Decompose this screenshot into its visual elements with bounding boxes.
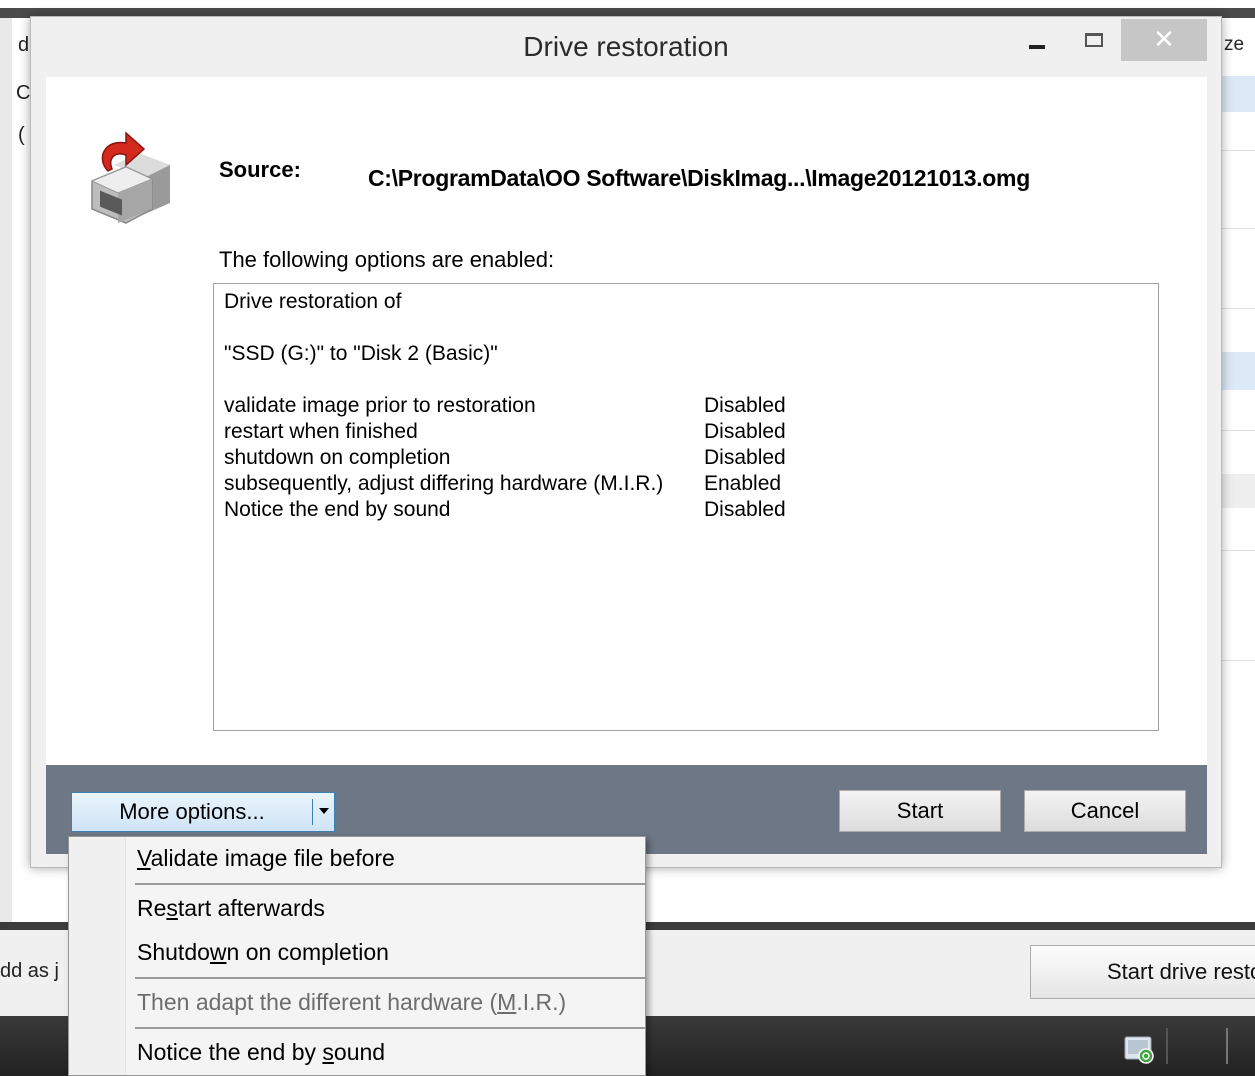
background-gridline	[1222, 430, 1255, 431]
background-option-label[interactable]: dd as j	[0, 960, 59, 983]
background-header-fragment: d	[18, 34, 30, 56]
summary-line: Drive restoration of	[224, 290, 402, 313]
menu-item-shutdown-on-completion[interactable]: Shutdown on completion	[137, 939, 389, 966]
dropdown-arrow-icon[interactable]	[319, 808, 329, 814]
start-drive-restoration-button[interactable]: Start drive resto	[1030, 945, 1255, 999]
menu-item-label: .I.R.)	[516, 989, 567, 1015]
summary-option-row: subsequently, adjust differing hardware …	[224, 471, 1148, 497]
more-options-label[interactable]: More options...	[72, 793, 312, 831]
background-gridline	[1222, 308, 1255, 309]
background-gridline	[1222, 660, 1255, 661]
background-row-fragment[interactable]: (	[18, 124, 25, 147]
menu-item-label: n on completion	[226, 939, 389, 965]
option-name: subsequently, adjust differing hardware …	[224, 472, 664, 495]
minimize-icon[interactable]	[1029, 45, 1045, 49]
summary-line: "SSD (G:)" to "Disk 2 (Basic)"	[224, 342, 498, 365]
menu-separator	[135, 883, 645, 885]
title-bar[interactable]: Drive restoration ✕	[31, 17, 1221, 77]
summary-option-row: validate image prior to restoration Disa…	[224, 393, 1148, 419]
options-summary-box[interactable]: Drive restoration of "SSD (G:)" to "Disk…	[213, 283, 1159, 731]
background-column-header: ze	[1224, 34, 1245, 55]
option-name: shutdown on completion	[224, 446, 451, 469]
menu-accelerator: V	[137, 845, 151, 871]
maximize-icon[interactable]	[1085, 33, 1103, 47]
background-row-fragment[interactable]: C	[16, 82, 30, 105]
cancel-button[interactable]: Cancel	[1024, 790, 1186, 832]
network-tray-icon[interactable]	[1124, 1034, 1156, 1064]
menu-item-label: Then adapt the different hardware (	[137, 989, 498, 1015]
close-button[interactable]: ✕	[1121, 19, 1207, 61]
start-button[interactable]: Start	[839, 790, 1001, 832]
option-name: Notice the end by sound	[224, 498, 451, 521]
option-status: Disabled	[704, 394, 786, 417]
menu-item-restart-afterwards[interactable]: Restart afterwards	[137, 895, 325, 922]
summary-option-row: Notice the end by sound Disabled	[224, 497, 1148, 523]
menu-accelerator: s	[166, 895, 178, 921]
menu-icon-gutter	[69, 837, 126, 1075]
summary-option-row: restart when finished Disabled	[224, 419, 1148, 445]
dialog-content: Source: C:\ProgramData\OO Software\DiskI…	[46, 77, 1207, 765]
source-label: Source:	[219, 157, 301, 182]
option-status: Enabled	[704, 472, 782, 495]
option-status: Disabled	[704, 498, 786, 521]
summary-blank-line	[224, 315, 1148, 341]
menu-item-validate-image[interactable]: Validate image file before	[137, 845, 395, 872]
background-gridline	[1222, 550, 1255, 551]
menu-separator	[135, 977, 645, 979]
background-selected-row[interactable]	[1222, 352, 1255, 390]
option-status: Disabled	[704, 446, 786, 469]
menu-item-label: Re	[137, 895, 167, 921]
background-panel	[670, 868, 1255, 920]
menu-accelerator: s	[322, 1039, 334, 1065]
menu-item-label: ound	[333, 1039, 386, 1065]
option-status: Disabled	[704, 420, 786, 443]
menu-item-label: Notice the end by	[137, 1039, 323, 1065]
menu-accelerator: M	[497, 989, 517, 1015]
source-path: C:\ProgramData\OO Software\DiskImag...\I…	[368, 165, 1030, 191]
background-selected-row[interactable]	[1222, 76, 1255, 112]
menu-item-notice-by-sound[interactable]: Notice the end by sound	[137, 1039, 385, 1066]
options-heading: The following options are enabled:	[219, 247, 555, 272]
split-separator	[312, 799, 313, 825]
menu-item-label: Shutdo	[137, 939, 210, 965]
background-row[interactable]	[1222, 474, 1255, 508]
drive-restore-icon	[90, 131, 170, 224]
taskbar-separator	[1166, 1028, 1168, 1064]
more-options-split-button[interactable]: More options...	[71, 792, 335, 832]
menu-separator	[135, 1027, 645, 1029]
menu-item-adapt-hardware[interactable]: Then adapt the different hardware (M.I.R…	[137, 989, 566, 1016]
option-name: validate image prior to restoration	[224, 394, 536, 417]
drive-restoration-dialog: Drive restoration ✕ Source: C:\ProgramDa…	[30, 16, 1222, 868]
summary-option-row: shutdown on completion Disabled	[224, 445, 1148, 471]
menu-accelerator: w	[209, 939, 227, 965]
more-options-menu: Validate image file before Restart after…	[68, 836, 646, 1076]
background-gridline	[1222, 150, 1255, 151]
background-left-strip	[0, 18, 12, 922]
taskbar-separator	[1226, 1028, 1228, 1064]
background-gridline	[1222, 228, 1255, 229]
menu-item-label: alidate image file before	[150, 845, 395, 871]
menu-item-label: tart afterwards	[177, 895, 325, 921]
summary-blank-line	[224, 367, 1148, 393]
option-name: restart when finished	[224, 420, 418, 443]
